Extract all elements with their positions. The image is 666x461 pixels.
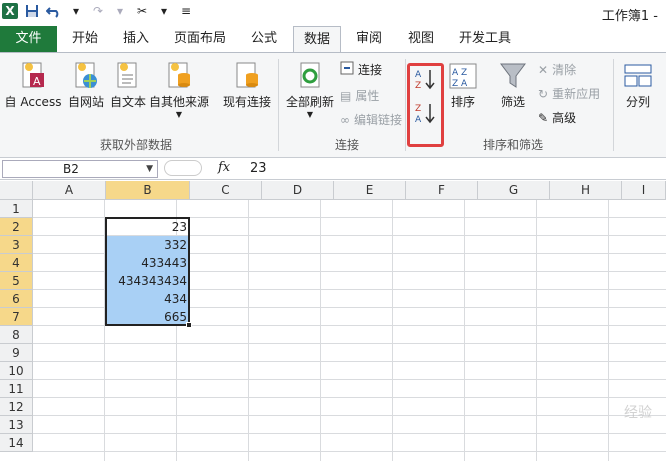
existing-connections-icon — [232, 59, 262, 93]
quick-access-toolbar: X ▾ ↷ ▾ ✂ ▾ ≡ — [2, 3, 194, 19]
row-header-7[interactable]: 7 — [0, 308, 33, 326]
formula-bar-resize-handle[interactable] — [164, 160, 202, 176]
watermark: 经验 — [624, 405, 652, 421]
group-separator — [613, 59, 614, 151]
redo-icon[interactable]: ↷ — [90, 3, 106, 19]
svg-text:Z A: Z A — [452, 79, 468, 89]
row-header-14[interactable]: 14 — [0, 434, 33, 452]
row-header-10[interactable]: 10 — [0, 362, 33, 380]
row-header-11[interactable]: 11 — [0, 380, 33, 398]
column-header-f[interactable]: F — [406, 181, 478, 200]
select-all-corner[interactable] — [0, 181, 33, 200]
filter-button[interactable]: 筛选 — [494, 59, 532, 110]
save-icon[interactable] — [24, 3, 40, 19]
existing-connections-button[interactable]: 现有连接 — [220, 59, 274, 110]
group-label-sort-filter: 排序和筛选 — [483, 138, 544, 152]
formula-bar: B2 ▼ fx 23 — [0, 158, 666, 180]
row-header-12[interactable]: 12 — [0, 398, 33, 416]
redo-dropdown-icon[interactable]: ▾ — [112, 3, 128, 19]
funnel-icon — [498, 59, 528, 93]
other-sources-icon — [164, 59, 194, 93]
row-header-3[interactable]: 3 — [0, 236, 33, 254]
group-label-connections: 连接 — [335, 138, 360, 152]
row-header-2[interactable]: 2 — [0, 218, 33, 236]
refresh-all-button[interactable]: 全部刷新 ▼ — [284, 59, 336, 119]
advanced-filter-icon: ✎ — [538, 110, 549, 125]
customize-qat-icon[interactable]: ≡ — [178, 3, 194, 19]
reapply-button: ↻ 重新应用 — [538, 86, 601, 102]
ribbon-tabs: 文件 开始 插入 页面布局 公式 数据 审阅 视图 开发工具 — [0, 26, 666, 52]
window-title: 工作簿1 - — [601, 9, 658, 24]
text-to-columns-button[interactable]: 分列 — [618, 59, 658, 110]
row-header-1[interactable]: 1 — [0, 200, 33, 218]
row-header-8[interactable]: 8 — [0, 326, 33, 344]
svg-text:A: A — [33, 75, 41, 88]
clear-filter-icon: ✕ — [538, 62, 549, 77]
row-header-13[interactable]: 13 — [0, 416, 33, 434]
from-web-button[interactable]: 自网站 — [64, 59, 108, 110]
group-separator — [278, 59, 279, 151]
row-header-4[interactable]: 4 — [0, 254, 33, 272]
undo-dropdown-icon[interactable]: ▾ — [68, 3, 84, 19]
title-bar: X ▾ ↷ ▾ ✂ ▾ ≡ 工作簿1 - — [0, 0, 666, 25]
tab-review[interactable]: 审阅 — [346, 26, 392, 52]
chevron-down-icon: ▼ — [175, 110, 183, 119]
tab-developer[interactable]: 开发工具 — [452, 26, 518, 52]
ribbon-data: A 自 Access 自网站 自文本 自其他来源 ▼ 现有连接 获取外部数据 全… — [0, 52, 666, 158]
edit-links-button: ∞ 编辑链接 — [340, 112, 403, 128]
from-other-sources-button[interactable]: 自其他来源 ▼ — [148, 59, 210, 119]
undo-icon[interactable] — [46, 3, 62, 19]
column-header-e[interactable]: E — [334, 181, 406, 200]
connections-icon — [340, 61, 354, 78]
column-header-h[interactable]: H — [550, 181, 622, 200]
web-icon — [71, 59, 101, 93]
formula-input[interactable]: 23 — [250, 161, 267, 176]
tab-data[interactable]: 数据 — [293, 26, 341, 52]
sort-button[interactable]: A ZZ A 排序 — [446, 59, 480, 110]
from-text-button[interactable]: 自文本 — [108, 59, 148, 110]
row-header-6[interactable]: 6 — [0, 290, 33, 308]
group-label-get-external: 获取外部数据 — [100, 138, 173, 152]
column-header-d[interactable]: D — [262, 181, 334, 200]
excel-logo-icon[interactable]: X — [2, 3, 18, 19]
column-header-g[interactable]: G — [478, 181, 550, 200]
fill-handle[interactable] — [186, 322, 192, 328]
column-header-c[interactable]: C — [190, 181, 262, 200]
row-header-5[interactable]: 5 — [0, 272, 33, 290]
selection-border — [105, 217, 190, 326]
refresh-icon — [295, 59, 325, 93]
name-box[interactable]: B2 ▼ — [2, 160, 158, 178]
clear-button: ✕ 清除 — [538, 62, 577, 78]
tab-file[interactable]: 文件 — [0, 26, 57, 52]
column-header-a[interactable]: A — [33, 181, 106, 200]
reapply-icon: ↻ — [538, 86, 549, 101]
column-header-b[interactable]: B — [106, 181, 190, 200]
insert-function-icon[interactable]: fx — [218, 160, 230, 175]
tab-formulas[interactable]: 公式 — [240, 26, 288, 52]
sort-dialog-icon: A ZZ A — [448, 59, 478, 93]
access-icon: A — [18, 59, 48, 93]
tools-icon[interactable]: ✂ — [134, 3, 150, 19]
chevron-down-icon: ▼ — [146, 164, 153, 174]
tab-insert[interactable]: 插入 — [112, 26, 160, 52]
row-header-9[interactable]: 9 — [0, 344, 33, 362]
highlight-box — [407, 63, 444, 147]
tab-home[interactable]: 开始 — [62, 26, 108, 52]
tab-view[interactable]: 视图 — [398, 26, 444, 52]
tab-page-layout[interactable]: 页面布局 — [166, 26, 234, 52]
group-separator — [405, 59, 406, 151]
chevron-down-icon: ▼ — [306, 110, 314, 119]
svg-text:A Z: A Z — [452, 68, 467, 78]
advanced-button[interactable]: ✎ 高级 — [538, 109, 576, 126]
connections-button[interactable]: 连接 — [340, 61, 382, 78]
column-header-i[interactable]: I — [622, 181, 666, 200]
properties-button: ▤ 属性 — [340, 88, 380, 104]
tools-dropdown-icon[interactable]: ▾ — [156, 3, 172, 19]
properties-icon: ▤ — [340, 88, 352, 103]
text-file-icon — [113, 59, 143, 93]
link-icon: ∞ — [340, 112, 350, 127]
from-access-button[interactable]: A 自 Access — [4, 59, 62, 110]
split-columns-icon — [623, 59, 653, 93]
